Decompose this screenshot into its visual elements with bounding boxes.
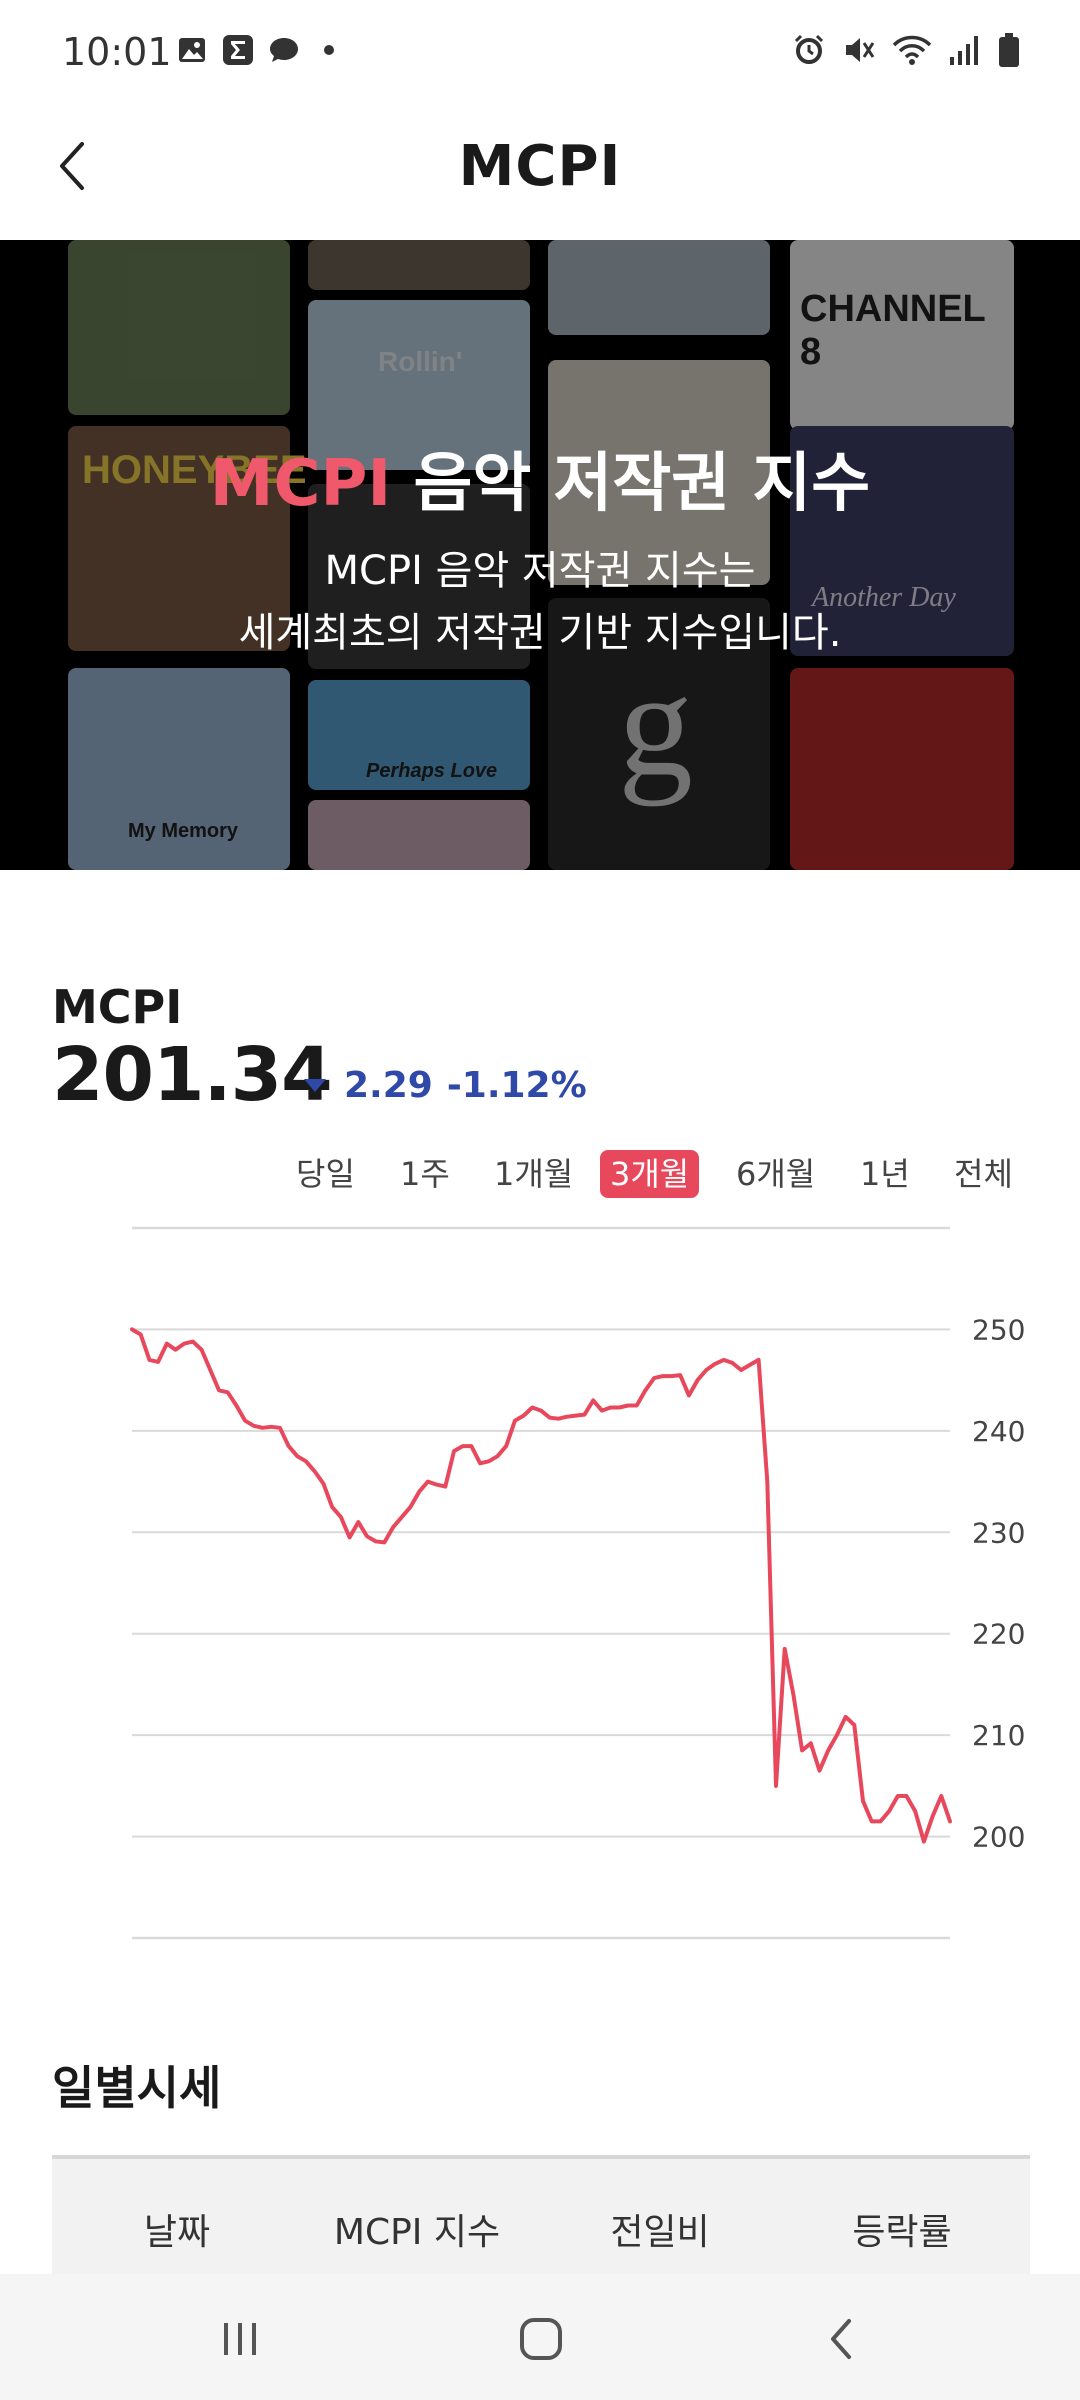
- y-axis-ticks: 200 210 220 230 240 250: [972, 1313, 1025, 1853]
- chat-bubble-icon: [268, 34, 300, 66]
- column-date: 날짜: [143, 2212, 211, 2253]
- chart-series: [130, 1327, 952, 1844]
- banner-title: MCPI 음악 저작권 지수: [0, 432, 1080, 524]
- intro-banner: HONEYBEE My Memory Rollin' Perhaps Love …: [0, 240, 1080, 870]
- tab-today[interactable]: 당일: [286, 1150, 365, 1198]
- back-icon: [831, 2319, 851, 2359]
- nav-back-button[interactable]: [808, 2304, 878, 2374]
- tab-1-month[interactable]: 1개월: [484, 1150, 583, 1198]
- y-tick-label: 250: [972, 1313, 1025, 1346]
- system-nav-bar: [0, 2274, 1080, 2400]
- dot-icon: [324, 45, 334, 55]
- column-change: 전일비: [610, 2212, 710, 2253]
- status-time: 10:01: [62, 30, 172, 74]
- battery-icon: [998, 32, 1020, 72]
- series-line: [130, 1327, 952, 1844]
- daily-price-title: 일별시세: [52, 2061, 222, 2115]
- gallery-icon: [176, 34, 208, 66]
- period-tabs: 당일 1주 1개월 3개월 6개월 1년 전체: [0, 1150, 1080, 1200]
- recent-apps-icon: [224, 2323, 256, 2355]
- change-amount: 2.29: [344, 1065, 433, 1106]
- daily-table-header: 날짜 MCPI 지수 전일비 등락률: [52, 2155, 1030, 2279]
- index-line-chart: 200 210 220 230 240 250: [130, 1226, 1025, 1940]
- notification-icons: [176, 34, 334, 66]
- tab-all[interactable]: 전체: [944, 1150, 1023, 1198]
- index-value: 201.34: [52, 1032, 333, 1118]
- column-change-rate: 등락률: [852, 2212, 952, 2253]
- system-icons: [792, 32, 1020, 72]
- tab-1-year[interactable]: 1년: [850, 1150, 920, 1198]
- recent-apps-button[interactable]: [205, 2304, 275, 2374]
- app-bar: MCPI: [0, 100, 1080, 240]
- y-tick-label: 200: [972, 1821, 1025, 1854]
- status-bar: 10:01: [0, 0, 1080, 100]
- tab-1-week[interactable]: 1주: [390, 1150, 460, 1198]
- signal-icon: [948, 33, 982, 71]
- banner-title-accent: MCPI: [209, 447, 392, 521]
- y-tick-label: 220: [972, 1618, 1025, 1651]
- home-icon: [520, 2318, 562, 2360]
- home-button[interactable]: [506, 2304, 576, 2374]
- chart-grid: [132, 1226, 950, 1940]
- page-title: MCPI: [458, 134, 622, 199]
- banner-desc-line2: 세계최초의 저작권 기반 지수입니다.: [238, 610, 842, 656]
- y-tick-label: 210: [972, 1719, 1025, 1752]
- sigma-app-icon: [222, 34, 254, 66]
- alarm-icon: [792, 33, 826, 71]
- column-index: MCPI 지수: [333, 2212, 501, 2253]
- banner-desc-line1: MCPI 음악 저작권 지수는: [324, 548, 756, 594]
- index-label: MCPI: [52, 980, 183, 1034]
- wifi-icon: [892, 33, 932, 71]
- tab-3-months[interactable]: 3개월: [600, 1150, 700, 1198]
- index-change: 2.29 -1.12%: [304, 1065, 587, 1106]
- y-tick-label: 240: [972, 1415, 1025, 1448]
- y-tick-label: 230: [972, 1516, 1025, 1549]
- banner-description: MCPI 음악 저작권 지수는 세계최초의 저작권 기반 지수입니다.: [0, 540, 1080, 664]
- mute-icon: [842, 33, 876, 71]
- banner-title-rest: 음악 저작권 지수: [391, 447, 871, 521]
- tab-6-months[interactable]: 6개월: [726, 1150, 825, 1198]
- down-arrow-icon: [304, 1079, 326, 1092]
- change-percent: -1.12%: [446, 1065, 587, 1106]
